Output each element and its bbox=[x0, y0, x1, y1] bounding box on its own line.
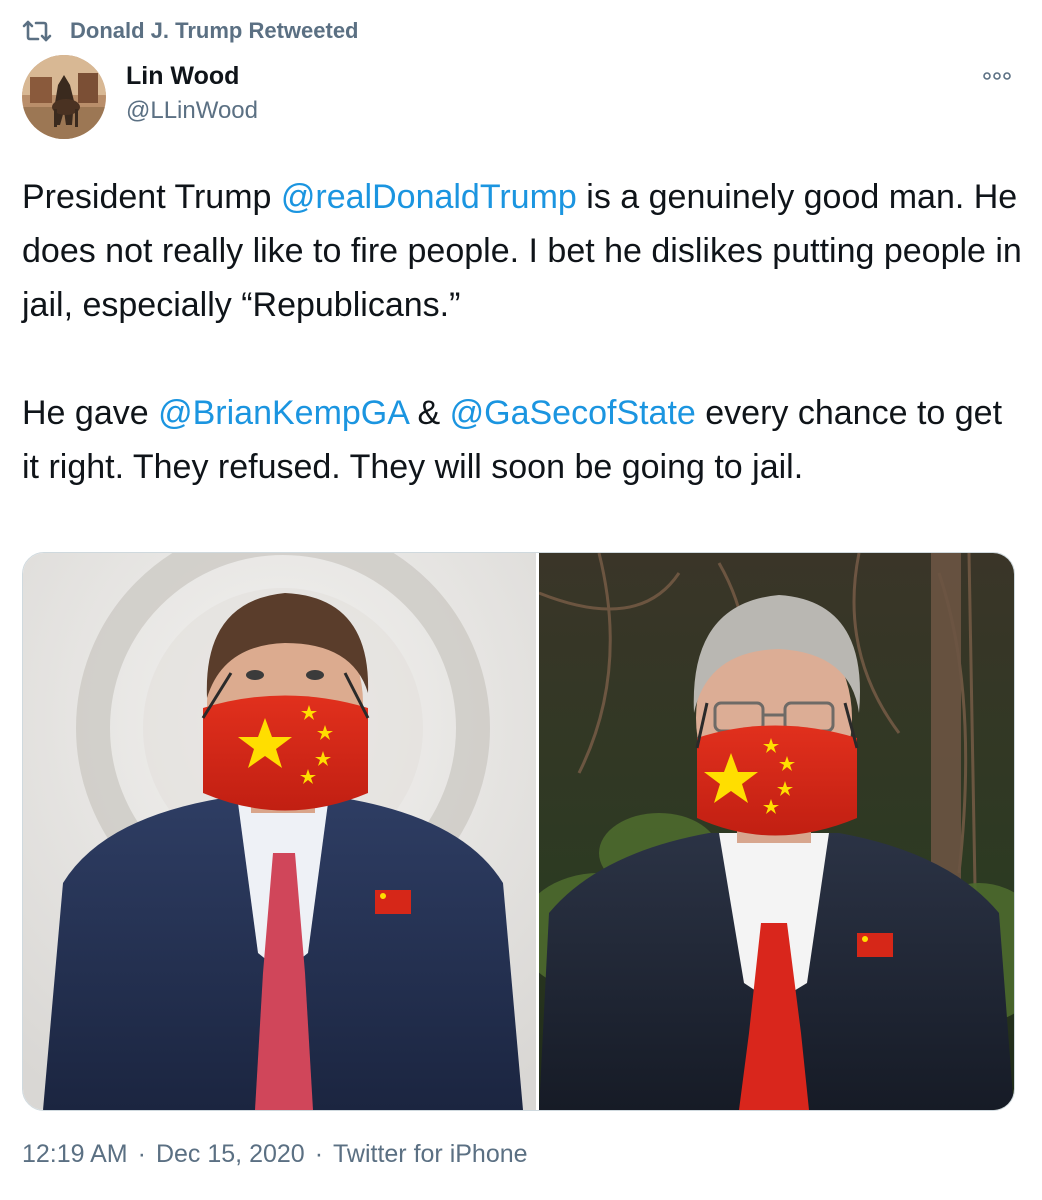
media-grid bbox=[22, 552, 1015, 1111]
mention-link[interactable]: @GaSecofState bbox=[450, 394, 696, 432]
meta-separator: · bbox=[314, 1139, 324, 1168]
mention-link[interactable]: @BrianKempGA bbox=[158, 394, 408, 432]
text-segment: He gave bbox=[22, 394, 159, 432]
avatar[interactable] bbox=[22, 55, 106, 139]
text-segment: President Trump bbox=[22, 178, 281, 216]
media-photo-2[interactable] bbox=[539, 553, 1014, 1110]
tweet-source[interactable]: Twitter for iPhone bbox=[333, 1140, 528, 1169]
text-segment: & bbox=[408, 394, 450, 432]
retweet-context[interactable]: Donald J. Trump Retweeted bbox=[22, 16, 359, 46]
tweet-paragraph-1: President Trump @realDonaldTrump is a ge… bbox=[22, 170, 1022, 332]
author-handle[interactable]: @LLinWood bbox=[126, 97, 258, 125]
retweet-label: Donald J. Trump Retweeted bbox=[70, 18, 359, 43]
tweet-time[interactable]: 12:19 AM bbox=[22, 1140, 128, 1169]
author-name[interactable]: Lin Wood bbox=[126, 62, 239, 91]
mention-link[interactable]: @realDonaldTrump bbox=[281, 178, 577, 216]
tweet-meta: 12:19 AM · Dec 15, 2020 · Twitter for iP… bbox=[22, 1136, 528, 1172]
tweet-date[interactable]: Dec 15, 2020 bbox=[156, 1140, 305, 1169]
retweet-icon bbox=[22, 18, 52, 44]
meta-separator: · bbox=[137, 1139, 146, 1168]
tweet-paragraph-2: He gave @BrianKempGA & @GaSecofState eve… bbox=[22, 386, 1022, 494]
media-photo-1[interactable] bbox=[23, 553, 536, 1110]
more-icon[interactable] bbox=[980, 64, 1014, 88]
tweet-text: President Trump @realDonaldTrump is a ge… bbox=[22, 170, 1022, 494]
